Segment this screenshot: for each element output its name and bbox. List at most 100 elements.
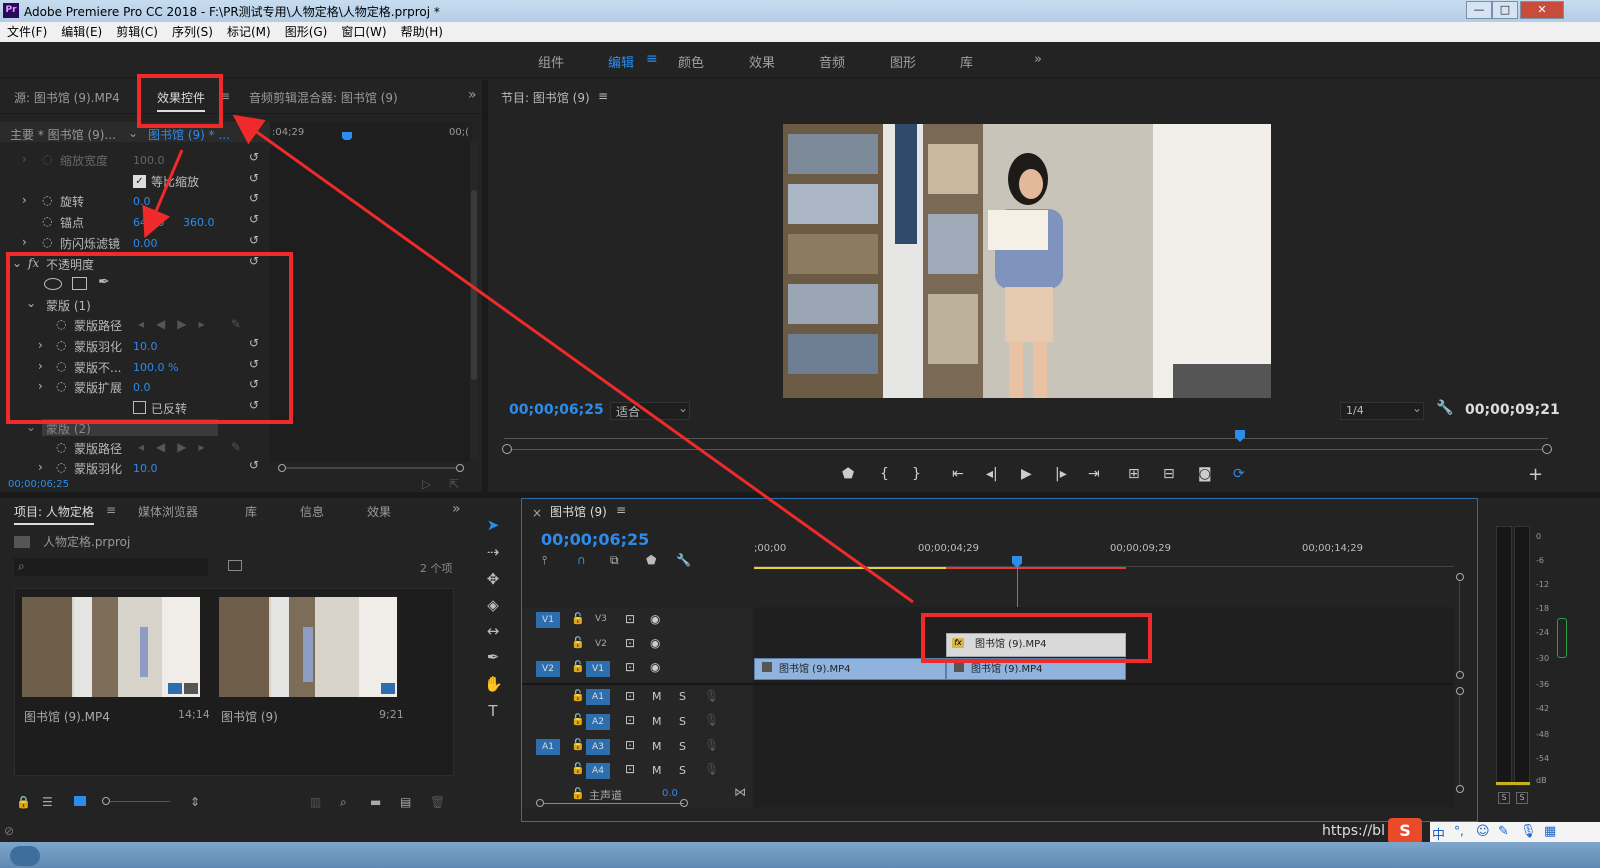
workspace-menu-icon[interactable]: ≡: [646, 51, 658, 67]
row-anchor-y[interactable]: 360.0: [183, 216, 215, 229]
expand-arrow-icon[interactable]: ›: [38, 379, 43, 393]
lock-icon[interactable]: 🔒: [16, 795, 31, 809]
eye-icon[interactable]: ◉: [650, 636, 660, 650]
add-marker-icon[interactable]: ⬟: [842, 466, 854, 482]
step-back-icon[interactable]: ◂|: [986, 466, 998, 482]
zoom-track[interactable]: [512, 449, 1542, 450]
mute-button[interactable]: M: [652, 715, 662, 728]
sequence-tab[interactable]: 图书馆 (9): [550, 503, 607, 520]
row-anti-flicker-value[interactable]: 0.00: [133, 237, 158, 250]
filter-icon[interactable]: ▷: [422, 477, 431, 491]
start-button-icon[interactable]: [10, 846, 40, 866]
uniform-scale-checkbox[interactable]: ✓: [133, 175, 146, 188]
collapse-arrow-icon[interactable]: ⌄: [12, 256, 22, 270]
expand-arrow-icon[interactable]: ›: [38, 338, 43, 352]
ime-language[interactable]: 中: [1432, 824, 1445, 843]
hand-tool-icon[interactable]: ✋: [484, 675, 503, 693]
track-v1-label[interactable]: V1: [586, 661, 610, 677]
workspace-audio[interactable]: 音频: [819, 52, 845, 71]
export-icon[interactable]: ⇱: [449, 477, 459, 491]
stopwatch-icon[interactable]: ◌: [56, 338, 66, 352]
expand-arrow-icon[interactable]: ›: [22, 235, 27, 249]
smiley-icon[interactable]: ☺: [1476, 824, 1490, 839]
extract-icon[interactable]: ⊟: [1163, 466, 1175, 482]
thumbnail-clip-1[interactable]: [22, 597, 200, 697]
reset-icon[interactable]: ↺: [249, 212, 259, 226]
ripple-edit-tool-icon[interactable]: ✥: [484, 570, 502, 588]
automate-icon[interactable]: ▥: [310, 795, 321, 809]
video-preview[interactable]: [783, 124, 1271, 398]
sync-icon[interactable]: ⊡: [625, 612, 635, 626]
row-scale-width-value[interactable]: 100.0: [133, 154, 165, 167]
linked-selection-icon[interactable]: ⧉: [610, 553, 619, 568]
reset-icon[interactable]: ↺: [249, 357, 259, 371]
go-to-out-icon[interactable]: ⇥: [1088, 466, 1100, 482]
tab-libraries[interactable]: 库: [245, 503, 257, 520]
new-bin-button-icon[interactable]: ▬: [370, 795, 381, 809]
lock-icon[interactable]: 🔓: [571, 738, 585, 751]
sync-icon[interactable]: ⊡: [625, 713, 635, 727]
scrub-handle-left[interactable]: [502, 444, 512, 454]
new-bin-icon[interactable]: [228, 560, 242, 571]
reset-icon[interactable]: ↺: [249, 171, 259, 185]
item-name-1[interactable]: 图书馆 (9).MP4: [24, 708, 110, 725]
trash-icon[interactable]: 🗑: [430, 795, 445, 809]
sync-icon[interactable]: ⊡: [625, 762, 635, 776]
mic-icon[interactable]: 🎙: [704, 738, 719, 752]
tab-info[interactable]: 信息: [300, 503, 324, 520]
sync-icon[interactable]: ⊡: [625, 689, 635, 703]
tab-audio-mixer[interactable]: 音频剪辑混合器: 图书馆 (9): [249, 89, 398, 106]
collapse-arrow-icon[interactable]: ⌄: [26, 296, 36, 310]
fx-icon[interactable]: fx: [28, 256, 39, 270]
type-tool-icon[interactable]: T: [484, 702, 502, 720]
source-patch-v2[interactable]: V2: [536, 661, 560, 677]
reset-icon[interactable]: ↺: [249, 150, 259, 164]
reset-icon[interactable]: ↺: [249, 233, 259, 247]
snap-icon[interactable]: ∩: [577, 553, 586, 567]
chevron-down-icon[interactable]: ⌄: [128, 126, 138, 140]
time-ruler[interactable]: [754, 555, 1454, 567]
scroll-handle-top[interactable]: [1456, 573, 1464, 581]
mark-out-icon[interactable]: }: [912, 466, 921, 482]
panel-divider[interactable]: [482, 80, 488, 492]
row-mask-expansion-value[interactable]: 0.0: [133, 381, 151, 394]
mark-in-icon[interactable]: {: [880, 466, 889, 482]
list-view-icon[interactable]: ☰: [42, 795, 53, 809]
program-timecode[interactable]: 00;00;06;25: [509, 402, 604, 418]
panel-more-icon[interactable]: »: [452, 501, 461, 517]
pen-tool-icon[interactable]: ✒: [484, 648, 502, 666]
collapse-arrow-icon[interactable]: ⌄: [26, 420, 36, 434]
track-a1-label[interactable]: A1: [586, 689, 610, 705]
add-button-icon[interactable]: +: [1528, 464, 1543, 485]
menu-clip[interactable]: 剪辑(C): [109, 22, 165, 42]
row-anchor-x[interactable]: 640.0: [133, 216, 165, 229]
scroll-handle-top[interactable]: [1456, 687, 1464, 695]
tab-menu-icon[interactable]: ≡: [616, 503, 626, 517]
reset-icon[interactable]: ↺: [249, 458, 259, 472]
scrub-bar[interactable]: [504, 438, 1548, 439]
pen-mask-icon[interactable]: ✒: [98, 274, 110, 290]
stopwatch-icon[interactable]: ◌: [42, 193, 52, 207]
mute-button[interactable]: M: [652, 764, 662, 777]
track-a2-label[interactable]: A2: [586, 714, 610, 730]
close-tab-icon[interactable]: ×: [532, 506, 542, 520]
expand-arrow-icon[interactable]: ›: [22, 152, 27, 166]
inverted-checkbox[interactable]: [133, 401, 146, 414]
work-area-bar[interactable]: [754, 567, 946, 569]
mic-icon[interactable]: 🎙: [704, 762, 719, 776]
clip-v1-b[interactable]: 图书馆 (9).MP4: [946, 658, 1126, 680]
reset-icon[interactable]: ↺: [249, 398, 259, 412]
go-to-in-icon[interactable]: ⇤: [952, 466, 964, 482]
stopwatch-icon[interactable]: ◌: [42, 235, 52, 249]
workspace-editing[interactable]: 编辑: [608, 52, 634, 71]
tab-source[interactable]: 源: 图书馆 (9).MP4: [14, 89, 120, 106]
scroll-handle-bottom[interactable]: [1456, 785, 1464, 793]
lock-icon[interactable]: 🔓: [571, 636, 585, 649]
lock-icon[interactable]: 🔓: [571, 689, 585, 702]
mic-icon[interactable]: 🎙: [704, 713, 719, 727]
minimize-button[interactable]: —: [1466, 1, 1492, 19]
clip-v1-a[interactable]: 图书馆 (9).MP4: [754, 658, 946, 680]
panel-more-icon[interactable]: »: [468, 87, 477, 103]
track-divider[interactable]: [522, 683, 1452, 685]
lock-icon[interactable]: 🔓: [571, 787, 585, 800]
